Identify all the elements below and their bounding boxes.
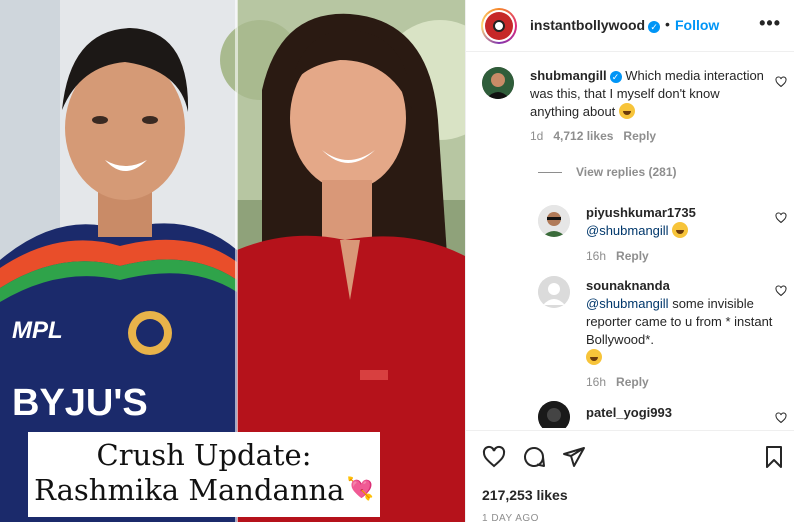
caption-line-2: Rashmika Mandanna💘 — [28, 472, 380, 508]
caption-line-1: Crush Update: — [96, 438, 312, 472]
like-heart-icon[interactable] — [482, 445, 506, 469]
account-username-text[interactable]: instantbollywood — [530, 17, 645, 33]
reply-username[interactable]: sounaknanda — [586, 278, 670, 293]
heart-icon[interactable] — [775, 76, 787, 88]
comment-username[interactable]: shubmangill — [530, 68, 607, 83]
svg-text:BYJU'S: BYJU'S — [12, 382, 148, 424]
commenter-avatar[interactable] — [482, 67, 514, 99]
comment-body: shubmangill ✓ Which media interaction was… — [530, 67, 770, 121]
grinning-squinting-face-emoji — [586, 349, 602, 365]
reply-body: patel_yogi993 — [586, 404, 776, 422]
more-options-icon[interactable]: ••• — [759, 13, 781, 34]
reply-meta: 16h Reply — [586, 249, 649, 263]
svg-text:MPL: MPL — [12, 317, 63, 344]
heart-icon[interactable] — [775, 212, 787, 224]
comment-meta: 1d 4,712 likes Reply — [530, 129, 656, 143]
bookmark-icon[interactable] — [762, 445, 786, 469]
reply-button[interactable]: Reply — [616, 249, 649, 263]
post-header: instantbollywood ✓ • Follow ••• — [466, 0, 794, 52]
share-icon[interactable] — [562, 445, 586, 469]
reply-avatar[interactable] — [538, 276, 570, 308]
comment-icon[interactable] — [522, 445, 546, 469]
verified-icon: ✓ — [609, 71, 622, 83]
reply-username[interactable]: piyushkumar1735 — [586, 205, 696, 220]
replies-line — [538, 172, 562, 173]
thinking-face-emoji — [618, 103, 635, 119]
reply-avatar[interactable] — [538, 401, 570, 428]
grinning-squinting-face-emoji — [672, 222, 689, 238]
heart-with-arrow-emoji: 💘 — [346, 477, 374, 502]
caption-line-2-text: Rashmika Mandanna — [34, 473, 345, 507]
reply-body: sounaknanda @shubmangill some invisible … — [586, 277, 776, 367]
heart-icon[interactable] — [775, 285, 787, 297]
reply-age: 16h — [586, 375, 607, 389]
verified-icon: ✓ — [648, 21, 661, 33]
likes-count[interactable]: 217,253 likes — [482, 487, 568, 503]
comment-likes[interactable]: 4,712 likes — [553, 129, 613, 143]
comment-age: 1d — [530, 129, 544, 143]
post-actions: 217,253 likes 1 DAY AGO — [466, 430, 794, 522]
header-separator: • — [665, 16, 670, 32]
comments-list[interactable]: shubmangill ✓ Which media interaction was… — [466, 53, 794, 428]
reply-meta: 16h Reply — [586, 375, 649, 389]
view-replies-text[interactable]: View replies (281) — [576, 165, 677, 179]
post-media[interactable]: MPL BYJU'S Crush Update: Rashmika Mandan… — [0, 0, 465, 522]
reply-mention[interactable]: @shubmangill — [586, 296, 669, 311]
reply-avatar[interactable] — [538, 205, 570, 237]
account-username[interactable]: instantbollywood ✓ — [530, 17, 661, 33]
follow-button[interactable]: Follow — [675, 17, 719, 33]
reply-body: piyushkumar1735 @shubmangill — [586, 204, 776, 240]
heart-icon[interactable] — [775, 412, 787, 424]
reply-age: 16h — [586, 249, 607, 263]
view-replies-button[interactable]: View replies (281) — [538, 165, 677, 179]
post-side-panel: instantbollywood ✓ • Follow ••• shubmangi… — [465, 0, 794, 522]
reply-mention[interactable]: @shubmangill — [586, 223, 669, 238]
account-avatar[interactable] — [481, 8, 517, 44]
post-timestamp[interactable]: 1 DAY AGO — [482, 513, 539, 522]
caption-overlay: Crush Update: Rashmika Mandanna💘 — [28, 432, 380, 517]
reply-button[interactable]: Reply — [616, 375, 649, 389]
reply-button[interactable]: Reply — [623, 129, 656, 143]
reply-username[interactable]: patel_yogi993 — [586, 405, 672, 420]
